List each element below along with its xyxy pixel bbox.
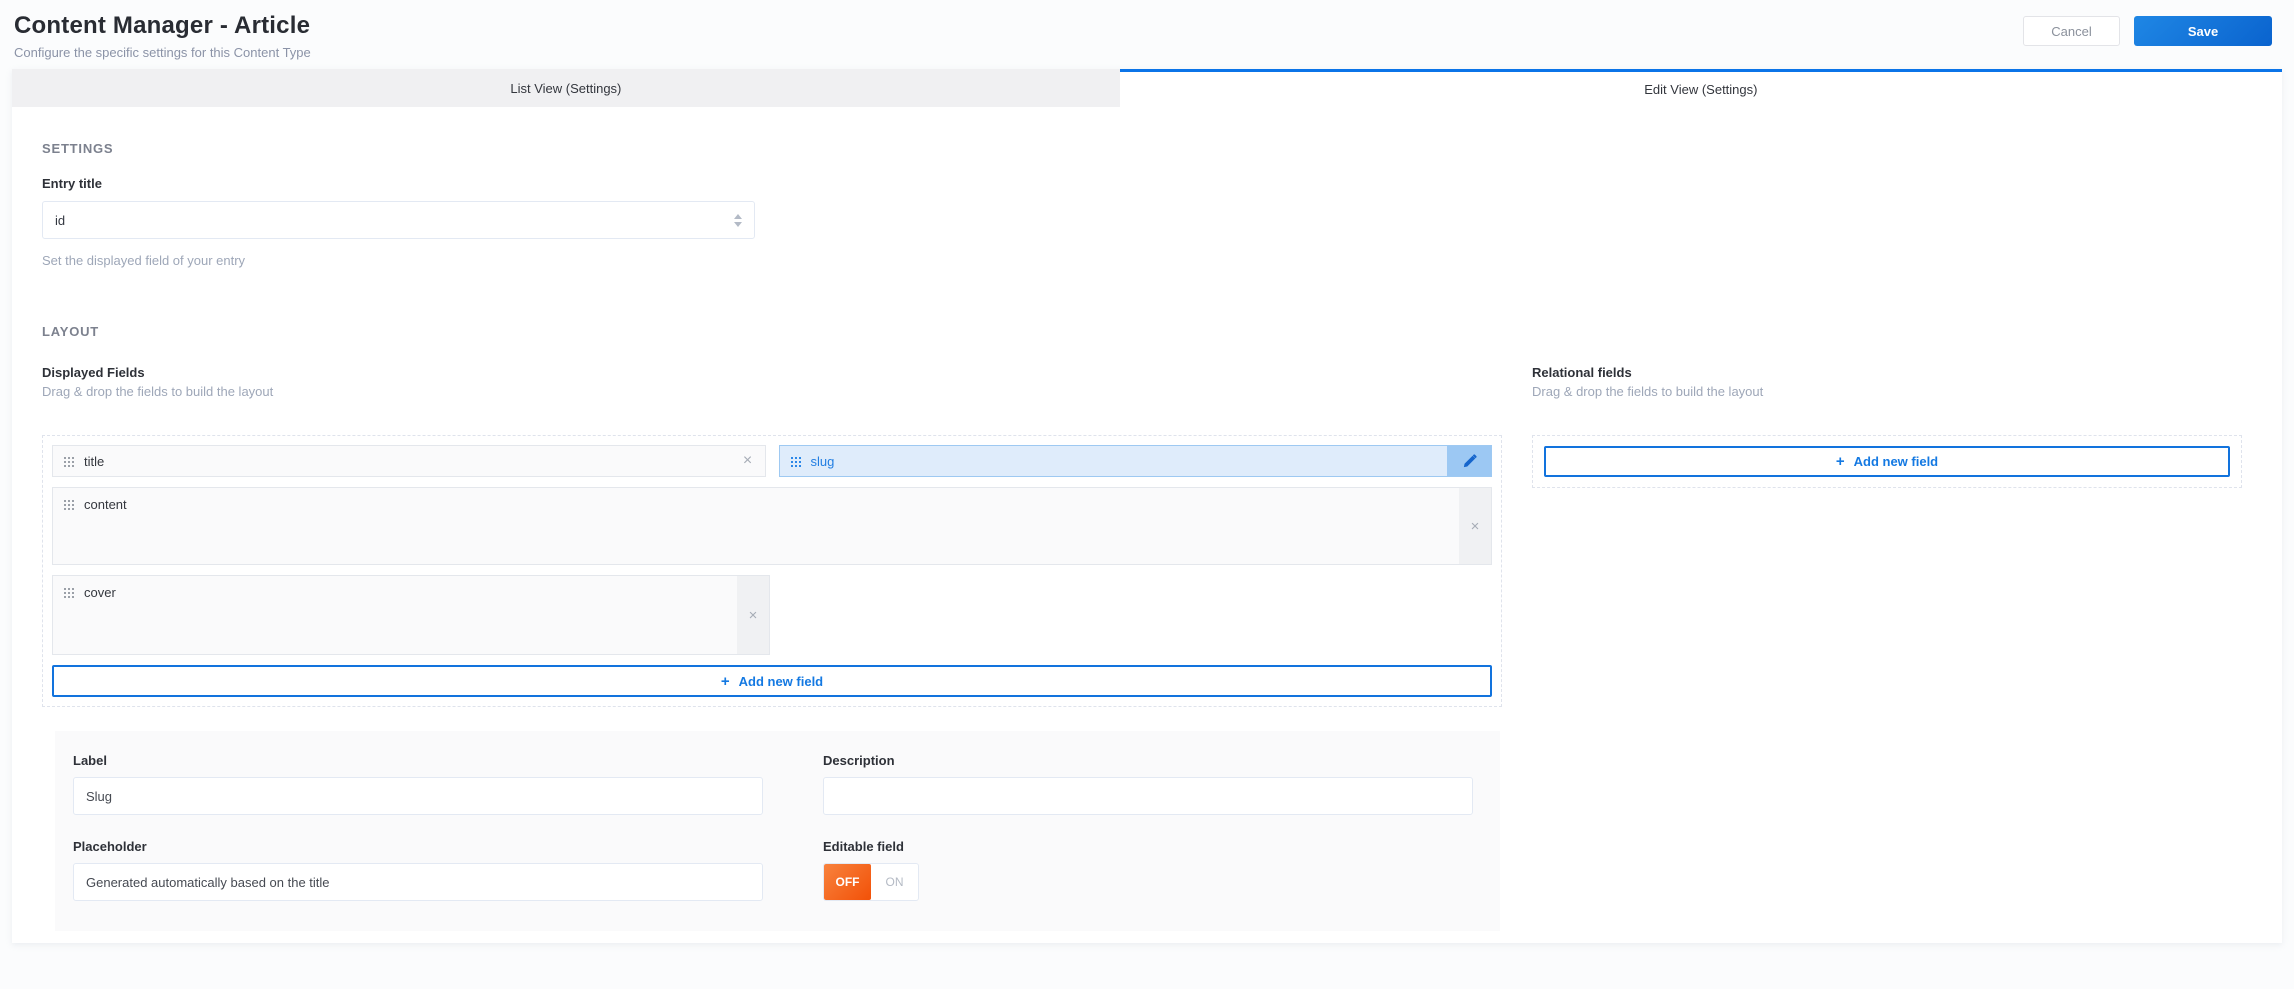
editable-field-label: Editable field xyxy=(823,839,904,854)
drag-handle-icon[interactable] xyxy=(63,587,74,598)
field-edit-panel: Label Description Placeholder Editable f… xyxy=(55,731,1500,931)
description-field-label: Description xyxy=(823,753,895,768)
layout-columns: Displayed Fields Drag & drop the fields … xyxy=(42,365,2252,707)
select-stepper-icon xyxy=(734,213,742,227)
field-name: title xyxy=(84,453,105,469)
toggle-off-option[interactable]: OFF xyxy=(824,864,871,900)
page-title: Content Manager - Article xyxy=(14,12,311,39)
entry-title-helper: Set the displayed field of your entry xyxy=(42,253,246,268)
drag-handle-icon[interactable] xyxy=(63,455,74,467)
add-field-label: Add new field xyxy=(738,673,824,689)
layout-section-heading: Layout xyxy=(42,324,100,339)
header-actions: Cancel Save xyxy=(2023,16,2272,46)
add-field-label: Add new field xyxy=(1853,454,1939,469)
add-displayed-field-button[interactable]: + Add new field xyxy=(52,665,1492,697)
description-input[interactable] xyxy=(823,777,1473,815)
toggle-on-option[interactable]: ON xyxy=(871,864,918,900)
displayed-fields-subtitle: Drag & drop the fields to build the layo… xyxy=(42,384,274,399)
field-item-title[interactable]: title × xyxy=(52,445,766,477)
card-body: Settings Entry title id Set the displaye… xyxy=(12,107,2282,943)
page-subtitle: Configure the specific settings for this… xyxy=(14,45,311,60)
edit-pencil-icon xyxy=(1463,453,1477,467)
placeholder-field-label: Placeholder xyxy=(73,839,147,854)
field-item-head: content xyxy=(53,488,1491,521)
cancel-button[interactable]: Cancel xyxy=(2023,16,2120,46)
field-item-content[interactable]: content × xyxy=(52,487,1492,565)
edit-field-button[interactable] xyxy=(1447,446,1491,476)
entry-title-label: Entry title xyxy=(42,176,102,191)
drag-handle-icon[interactable] xyxy=(63,499,74,510)
drag-handle-icon[interactable] xyxy=(789,455,801,467)
remove-field-icon[interactable]: × xyxy=(737,576,769,654)
displayed-fields-dropzone: title × slug content × cover × + Add new… xyxy=(42,435,1502,707)
settings-card: List View (Settings) Edit View (Settings… xyxy=(12,69,2282,943)
field-row: title × slug xyxy=(52,445,1492,477)
remove-field-icon[interactable]: × xyxy=(731,446,765,476)
field-item-head: cover xyxy=(53,576,769,609)
field-name: slug xyxy=(810,453,835,469)
field-name: cover xyxy=(84,585,116,600)
relational-fields-subtitle: Drag & drop the fields to build the layo… xyxy=(1532,384,1764,399)
entry-title-select[interactable]: id xyxy=(42,201,755,239)
tab-list-view-settings[interactable]: List View (Settings) xyxy=(12,69,1120,107)
plus-icon: + xyxy=(1835,453,1845,470)
entry-title-select-value: id xyxy=(55,212,66,228)
field-item-cover[interactable]: cover × xyxy=(52,575,770,655)
label-input[interactable] xyxy=(73,777,763,815)
placeholder-input[interactable] xyxy=(73,863,763,901)
placeholder-form-group: Placeholder xyxy=(73,839,763,901)
field-name: content xyxy=(84,497,127,512)
relational-fields-column: Relational fields Drag & drop the fields… xyxy=(1532,365,2242,707)
label-form-group: Label xyxy=(73,753,763,815)
editable-form-group: Editable field OFF ON xyxy=(823,839,1473,901)
relational-fields-title: Relational fields xyxy=(1532,365,1632,380)
view-tabs: List View (Settings) Edit View (Settings… xyxy=(12,69,2282,107)
save-button[interactable]: Save xyxy=(2134,16,2272,46)
remove-field-icon[interactable]: × xyxy=(1459,488,1491,564)
page-header-titles: Content Manager - Article Configure the … xyxy=(14,12,311,60)
add-relational-field-button[interactable]: + Add new field xyxy=(1544,446,2230,477)
field-item-slug[interactable]: slug xyxy=(778,445,1492,477)
editable-field-toggle[interactable]: OFF ON xyxy=(823,863,919,901)
settings-section-heading: Settings xyxy=(42,141,114,156)
displayed-fields-title: Displayed Fields xyxy=(42,365,145,380)
label-field-label: Label xyxy=(73,753,107,768)
relational-fields-dropzone: + Add new field xyxy=(1532,435,2242,488)
tab-edit-view-settings[interactable]: Edit View (Settings) xyxy=(1119,69,2282,107)
page-header: Content Manager - Article Configure the … xyxy=(0,0,2294,60)
plus-icon: + xyxy=(720,672,730,690)
displayed-fields-column: Displayed Fields Drag & drop the fields … xyxy=(42,365,1502,707)
description-form-group: Description xyxy=(823,753,1473,815)
